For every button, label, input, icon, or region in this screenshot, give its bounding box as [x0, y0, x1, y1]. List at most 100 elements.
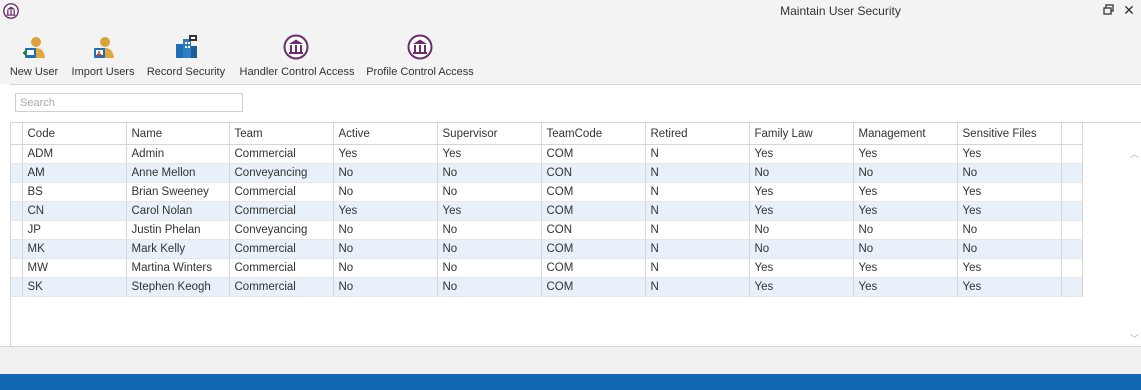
table-cell: COM [541, 277, 646, 297]
table-cell: No [853, 220, 958, 240]
table-cell: Admin [126, 144, 230, 164]
table-cell: No [333, 258, 438, 278]
table-cell: No [957, 163, 1062, 183]
table-row[interactable]: JP Justin Phelan Conveyancing No No CON N No No N… [11, 220, 1083, 240]
table-cell: MK [22, 239, 127, 259]
profile-control-access-label: Profile Control Access [366, 66, 474, 78]
column-header-sensitive-files[interactable]: Sensitive Files [957, 123, 1062, 145]
table-cell: N [645, 182, 750, 202]
table-cell: Yes [853, 182, 958, 202]
table-cell: Commercial [229, 258, 334, 278]
table-row[interactable]: AM Anne Mellon Conveyancing No No CON N No No No [11, 163, 1083, 183]
filler-cell [1061, 163, 1083, 183]
filler-cell [1061, 144, 1083, 164]
table-cell: Yes [853, 201, 958, 221]
table-cell: Commercial [229, 182, 334, 202]
column-header-supervisor[interactable]: Supervisor [437, 123, 542, 145]
user-add-icon [23, 37, 45, 58]
toolbar: New User Import Users Record Security Ha… [0, 32, 1141, 85]
table-cell: No [437, 258, 542, 278]
table-cell: COM [541, 182, 646, 202]
table-cell: Yes [333, 144, 438, 164]
table-cell: Yes [749, 182, 854, 202]
table-cell: Carol Nolan [126, 201, 230, 221]
table-cell: Justin Phelan [126, 220, 230, 240]
column-header-teamcode[interactable]: TeamCode [541, 123, 646, 145]
filler-header [1061, 123, 1083, 145]
table-cell: Martina Winters [126, 258, 230, 278]
column-header-family-law[interactable]: Family Law [749, 123, 854, 145]
table-cell: No [749, 163, 854, 183]
table-cell: No [437, 220, 542, 240]
table-cell: CON [541, 220, 646, 240]
table-cell: N [645, 163, 750, 183]
table-cell: N [645, 201, 750, 221]
table-cell: CN [22, 201, 127, 221]
title-bar: Maintain User Security ✕ [0, 0, 1141, 32]
row-selector[interactable] [11, 182, 23, 202]
table-row[interactable]: CN Carol Nolan Commercial Yes Yes COM N Yes Yes Y… [11, 201, 1083, 221]
table-cell: MW [22, 258, 127, 278]
row-selector[interactable] [11, 144, 23, 164]
table-cell: Yes [437, 201, 542, 221]
building-logo-icon [407, 34, 433, 60]
table-cell: Yes [957, 182, 1062, 202]
row-selector[interactable] [11, 258, 23, 278]
table-row[interactable]: SK Stephen Keogh Commercial No No COM N Yes Yes Y… [11, 277, 1083, 297]
record-security-button[interactable]: Record Security [144, 32, 228, 84]
column-header-active[interactable]: Active [333, 123, 438, 145]
vertical-scrollbar[interactable]: ︿ ﹀ [1128, 145, 1141, 347]
table-cell: Commercial [229, 277, 334, 297]
table-cell: No [437, 182, 542, 202]
new-user-label: New User [9, 66, 59, 78]
new-user-button[interactable]: New User [8, 32, 60, 84]
users-grid: Code Name Team Active Supervisor TeamCod… [10, 122, 1141, 347]
table-cell: Yes [957, 277, 1062, 297]
table-cell: No [333, 163, 438, 183]
table-cell: Yes [853, 144, 958, 164]
table-row[interactable]: MK Mark Kelly Commercial No No COM N No No No [11, 239, 1083, 259]
column-header-team[interactable]: Team [229, 123, 334, 145]
column-header-retired[interactable]: Retired [645, 123, 750, 145]
import-users-label: Import Users [71, 66, 135, 78]
row-selector[interactable] [11, 163, 23, 183]
table-cell: No [437, 163, 542, 183]
table-row[interactable]: MW Martina Winters Commercial No No COM N Yes Ye… [11, 258, 1083, 278]
handler-control-access-button[interactable]: Handler Control Access [233, 32, 361, 84]
close-window-button[interactable]: ✕ [1122, 3, 1136, 17]
scroll-up-icon[interactable]: ︿ [1130, 147, 1139, 160]
row-selector[interactable] [11, 277, 23, 297]
import-users-button[interactable]: Import Users [67, 32, 139, 84]
scroll-down-icon[interactable]: ﹀ [1130, 332, 1139, 345]
restore-window-button[interactable] [1102, 3, 1116, 17]
table-cell: Commercial [229, 201, 334, 221]
table-cell: Conveyancing [229, 220, 334, 240]
table-cell: Yes [749, 201, 854, 221]
filler-cell [1061, 277, 1083, 297]
table-cell: No [749, 220, 854, 240]
table-cell: Yes [957, 201, 1062, 221]
table-row[interactable]: ADM Admin Commercial Yes Yes COM N Yes Yes Yes [11, 144, 1083, 164]
table-cell: JP [22, 220, 127, 240]
table-header-row: Code Name Team Active Supervisor TeamCod… [11, 123, 1083, 145]
row-selector[interactable] [11, 220, 23, 240]
row-selector[interactable] [11, 201, 23, 221]
table-cell: Yes [853, 277, 958, 297]
search-input[interactable] [15, 93, 243, 112]
table-cell: Commercial [229, 144, 334, 164]
record-security-label: Record Security [146, 66, 226, 78]
column-header-name[interactable]: Name [126, 123, 230, 145]
table-cell: No [957, 239, 1062, 259]
table-row[interactable]: BS Brian Sweeney Commercial No No COM N Yes Yes Y… [11, 182, 1083, 202]
column-header-management[interactable]: Management [853, 123, 958, 145]
table-cell: Yes [437, 144, 542, 164]
close-icon: ✕ [1123, 2, 1135, 18]
filler-cell [1061, 182, 1083, 202]
filler-cell [1061, 239, 1083, 259]
profile-control-access-button[interactable]: Profile Control Access [364, 32, 476, 84]
user-import-icon [94, 37, 114, 58]
filler-cell [1061, 220, 1083, 240]
column-header-code[interactable]: Code [22, 123, 127, 145]
table-cell: No [333, 239, 438, 259]
row-selector[interactable] [11, 239, 23, 259]
